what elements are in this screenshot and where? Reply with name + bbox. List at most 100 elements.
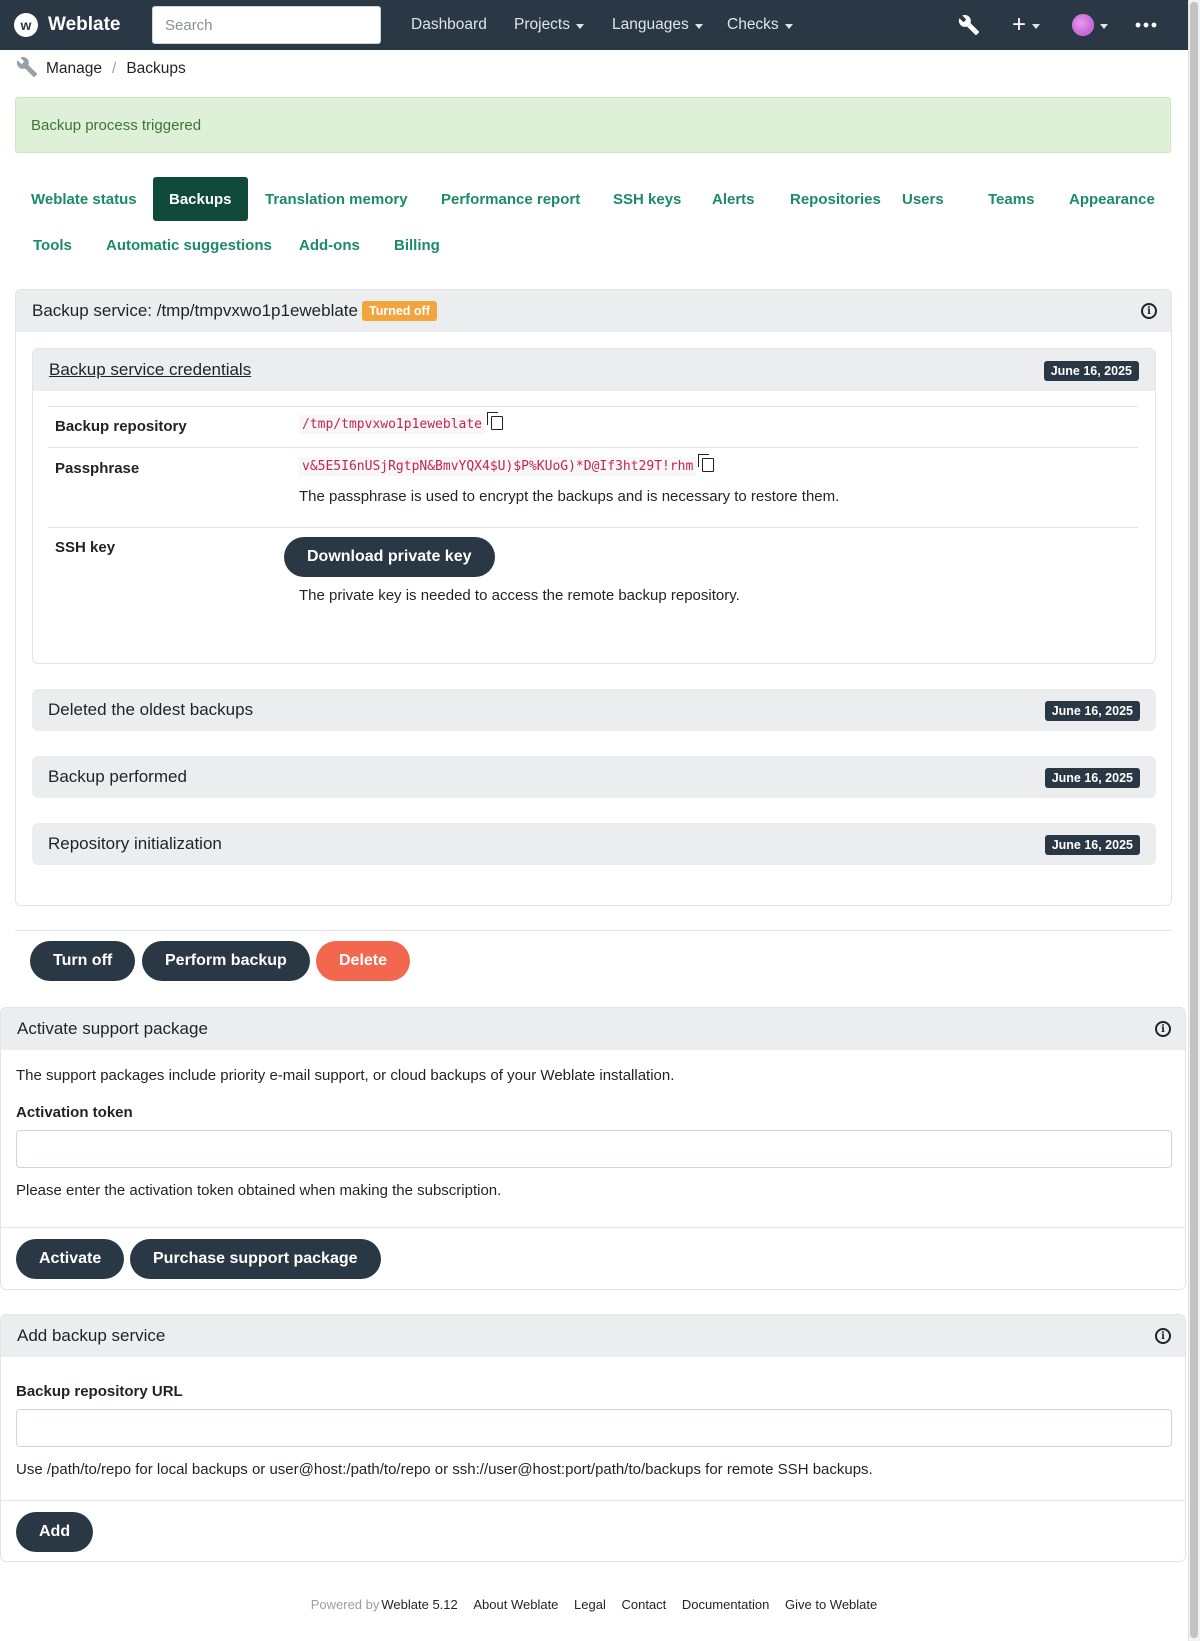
tab-repositories[interactable]: Repositories [774, 177, 897, 221]
passphrase-value-wrap: v&5E5I6nUSjRgtpN&BmvYQX4$U)$P%KUoG)*D@If… [299, 454, 715, 476]
repository-value-wrap: /tmp/tmpvxwo1p1eweblate [299, 412, 504, 434]
chevron-down-icon [1100, 23, 1108, 29]
credentials-header[interactable]: Backup service credentials June 16, 2025 [33, 349, 1155, 391]
divider [15, 930, 1172, 931]
plus-icon: + [1012, 11, 1027, 38]
log-entry-header[interactable]: Backup performed June 16, 2025 [32, 756, 1156, 798]
credentials-title[interactable]: Backup service credentials [49, 360, 251, 380]
log-entry-title: Deleted the oldest backups [48, 700, 254, 719]
tab-users[interactable]: Users [886, 177, 960, 221]
add-backup-service-card: Add backup service i Backup repository U… [0, 1314, 1186, 1562]
tab-appearance[interactable]: Appearance [1053, 177, 1171, 221]
scrollbar[interactable] [1188, 0, 1200, 1641]
credentials-card: Backup service credentials June 16, 2025 [32, 348, 1156, 664]
backup-url-input[interactable] [16, 1409, 1172, 1447]
tab-ssh-keys[interactable]: SSH keys [597, 177, 697, 221]
passphrase-help: The passphrase is used to encrypt the ba… [299, 488, 840, 505]
nav-checks[interactable]: Checks [727, 0, 793, 50]
info-icon[interactable]: i [1155, 1328, 1171, 1344]
passphrase-value: v&5E5I6nUSjRgtpN&BmvYQX4$U)$P%KUoG)*D@If… [299, 457, 697, 476]
nav-projects[interactable]: Projects [514, 0, 584, 50]
chevron-down-icon [694, 23, 703, 29]
chevron-down-icon [1032, 23, 1041, 29]
repository-value: /tmp/tmpvxwo1p1eweblate [299, 415, 486, 434]
backup-url-help: Use /path/to/repo for local backups or u… [16, 1461, 873, 1478]
footer: Powered by Weblate 5.12 About Weblate Leg… [0, 1597, 1188, 1612]
backup-service-card: Backup service: /tmp/tmpvxwo1p1eweblate … [15, 289, 1172, 906]
divider [48, 406, 1138, 407]
footer-link-contact[interactable]: Contact [621, 1597, 666, 1612]
tab-translation-memory[interactable]: Translation memory [249, 177, 424, 221]
date-badge: June 16, 2025 [1044, 768, 1140, 788]
log-entry-header[interactable]: Repository initialization June 16, 2025 [32, 823, 1156, 865]
footer-link-about[interactable]: About Weblate [473, 1597, 558, 1612]
copy-icon[interactable] [698, 454, 715, 472]
backup-url-label: Backup repository URL [16, 1383, 183, 1400]
activation-token-label: Activation token [16, 1104, 133, 1121]
tab-automatic-suggestions[interactable]: Automatic suggestions [90, 223, 288, 267]
success-alert: Backup process triggered [15, 97, 1171, 153]
breadcrumb-separator: / [112, 60, 117, 77]
tab-backups[interactable]: Backups [153, 177, 248, 221]
breadcrumb-manage[interactable]: Manage [46, 60, 102, 78]
wrench-icon[interactable] [958, 0, 980, 50]
navbar: w Weblate Dashboard Projects Languages C… [0, 0, 1188, 50]
turn-off-button[interactable]: Turn off [30, 941, 136, 981]
tab-weblate-status[interactable]: Weblate status [15, 177, 153, 221]
tab-teams[interactable]: Teams [972, 177, 1050, 221]
perform-backup-button[interactable]: Perform backup [142, 941, 310, 981]
repository-label: Backup repository [55, 418, 187, 435]
nav-checks-label: Checks [727, 16, 779, 33]
copy-icon[interactable] [487, 412, 504, 430]
footer-link-legal[interactable]: Legal [574, 1597, 606, 1612]
info-icon[interactable]: i [1141, 303, 1157, 319]
date-badge: June 16, 2025 [1044, 835, 1140, 855]
nav-languages-label: Languages [612, 16, 689, 33]
support-package-header: Activate support package i [1, 1008, 1185, 1050]
add-backup-service-title: Add backup service [17, 1326, 166, 1345]
brand-name: Weblate [48, 14, 121, 35]
breadcrumb-backups[interactable]: Backups [126, 60, 185, 78]
tab-tools[interactable]: Tools [17, 223, 88, 267]
nav-projects-label: Projects [514, 16, 570, 33]
support-package-card: Activate support package i The support p… [0, 1007, 1186, 1290]
divider [48, 447, 1138, 448]
chevron-down-icon [576, 23, 584, 29]
add-button[interactable]: Add [16, 1512, 94, 1552]
tab-add-ons[interactable]: Add-ons [283, 223, 376, 267]
user-menu[interactable] [1072, 0, 1108, 50]
info-icon[interactable]: i [1155, 1021, 1171, 1037]
tab-performance-report[interactable]: Performance report [425, 177, 596, 221]
support-package-title: Activate support package [17, 1019, 208, 1038]
footer-link-documentation[interactable]: Documentation [682, 1597, 769, 1612]
brand-link[interactable]: w Weblate [14, 0, 121, 50]
activate-button[interactable]: Activate [16, 1239, 125, 1279]
purchase-support-button[interactable]: Purchase support package [130, 1239, 381, 1279]
nav-languages[interactable]: Languages [612, 0, 703, 50]
nav-dashboard-label: Dashboard [411, 16, 487, 33]
divider [1, 1227, 1185, 1228]
log-entry-title: Repository initialization [48, 834, 222, 853]
add-menu[interactable]: + [1012, 0, 1041, 50]
scrollbar-thumb[interactable] [1190, 2, 1198, 1638]
nav-dashboard[interactable]: Dashboard [411, 0, 487, 50]
log-entry: Repository initialization June 16, 2025 [32, 823, 1156, 865]
add-backup-service-header: Add backup service i [1, 1315, 1185, 1357]
breadcrumb: Manage / Backups [16, 56, 186, 82]
activation-token-input[interactable] [16, 1130, 1172, 1168]
log-entry-title: Backup performed [48, 767, 187, 786]
avatar-icon [1072, 14, 1094, 36]
delete-button[interactable]: Delete [316, 941, 411, 981]
download-private-key-button[interactable]: Download private key [284, 537, 495, 577]
more-icon[interactable] [1135, 0, 1157, 50]
backup-service-header: Backup service: /tmp/tmpvxwo1p1eweblate … [16, 290, 1171, 332]
tab-billing[interactable]: Billing [378, 223, 456, 267]
chevron-down-icon [784, 23, 793, 29]
footer-link-donate[interactable]: Give to Weblate [785, 1597, 877, 1612]
log-entry-header[interactable]: Deleted the oldest backups June 16, 2025 [32, 689, 1156, 731]
alert-message: Backup process triggered [31, 116, 202, 134]
search-input[interactable] [152, 6, 381, 44]
footer-version-link[interactable]: Weblate 5.12 [381, 1597, 457, 1612]
passphrase-label: Passphrase [55, 460, 140, 477]
tab-alerts[interactable]: Alerts [696, 177, 771, 221]
